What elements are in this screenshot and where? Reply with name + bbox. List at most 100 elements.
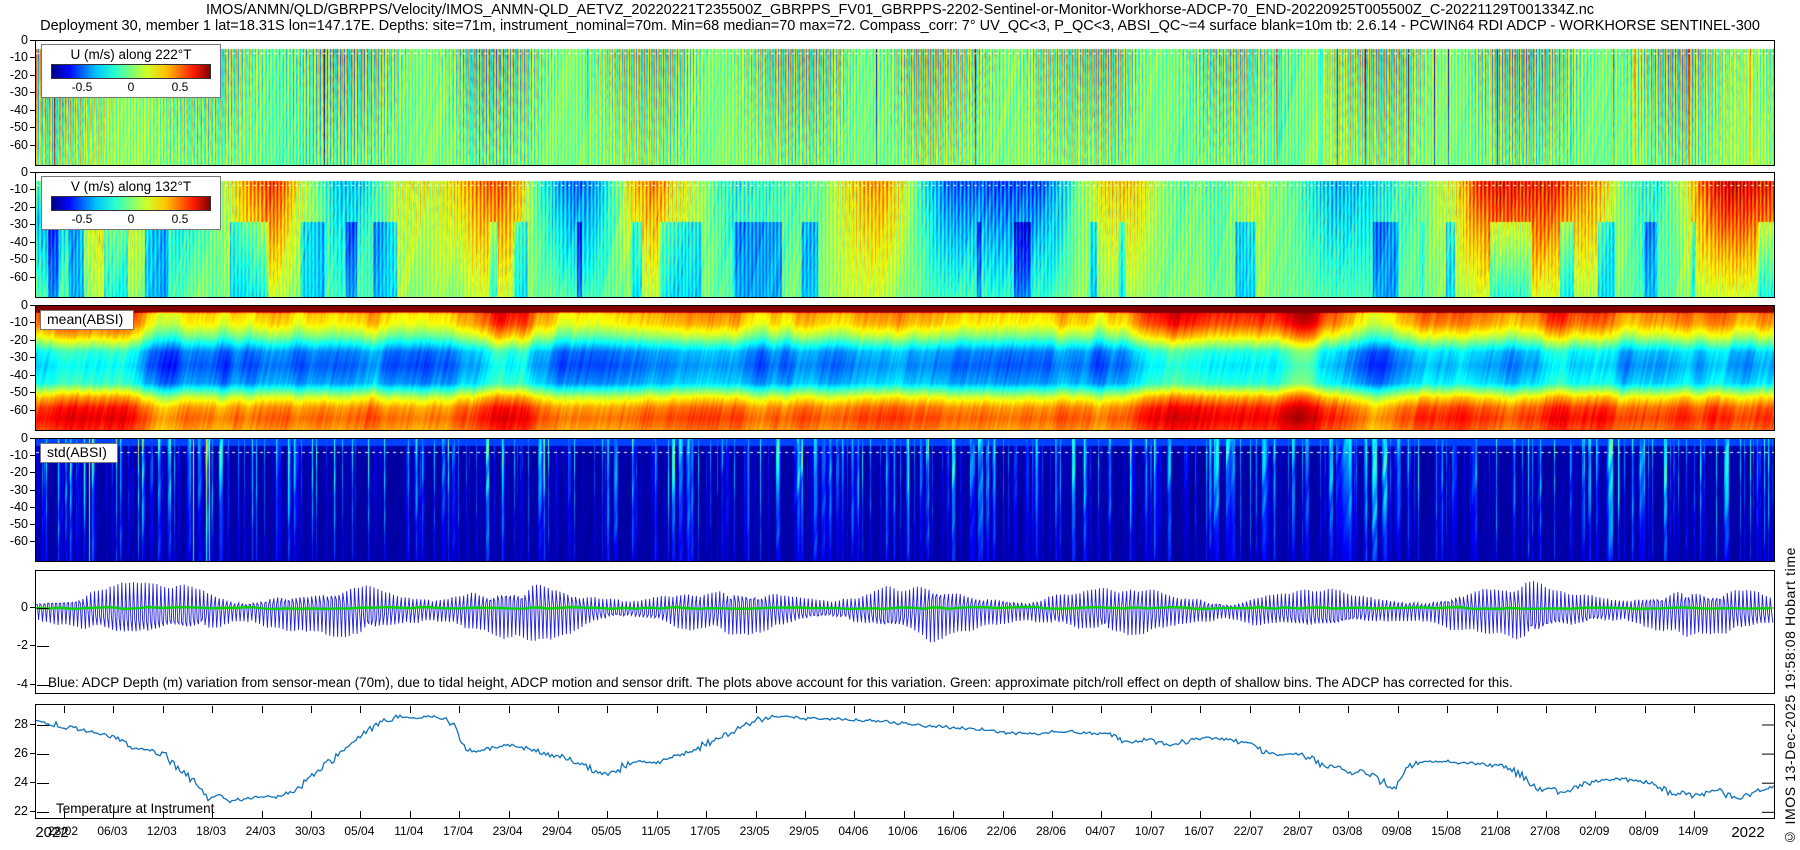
x-tick-mark [212,706,213,713]
date-tick-label: 04/06 [838,824,868,838]
y-tick-label: 0 [0,166,28,178]
x-tick-mark [1398,706,1399,713]
y-tick-label: 0 [0,34,28,46]
inside-tick-mark [37,608,49,609]
y-tick-label: 24 [0,776,28,788]
y-tick-label: -10 [0,183,28,195]
y-tick-mark [30,472,35,473]
y-tick-mark [30,127,35,128]
date-tick-label: 02/09 [1579,824,1609,838]
y-tick-label: -60 [0,404,28,416]
x-tick-mark [1595,811,1596,818]
series-line [36,607,1772,609]
title-deployment-info: Deployment 30, member 1 lat=18.31S lon=1… [0,18,1800,34]
u-colorbar-gradient [51,64,211,79]
x-tick-mark [904,811,905,818]
x-tick-mark [360,811,361,818]
y-tick-label: -60 [0,139,28,151]
panel-depth-variation: Blue: ADCP Depth (m) variation from sens… [35,570,1775,694]
date-tick-label: 06/03 [97,824,127,838]
date-tick-label: 28/07 [1283,824,1313,838]
x-tick-mark [1447,706,1448,713]
panel-std-absi: std(ABSI) [35,438,1775,562]
y-tick-label: -50 [0,386,28,398]
colorbar-tick-label: 0 [128,212,135,226]
y-tick-mark [30,684,35,685]
date-tick-label: 14/09 [1678,824,1708,838]
std-absi-label: std(ABSI) [40,443,118,463]
adcp-figure: IMOS/ANMN/QLD/GBRPPS/Velocity/IMOS_ANMN-… [0,0,1800,850]
date-axis: 2022 2022 28/0206/0312/0318/0324/0330/03… [35,824,1775,844]
y-tick-mark [30,224,35,225]
y-tick-mark [30,57,35,58]
x-tick-mark [558,706,559,713]
inside-tick-mark [37,725,49,726]
x-tick-mark [1200,706,1201,713]
y-tick-mark [30,145,35,146]
x-tick-mark [854,706,855,713]
x-tick-mark [706,811,707,818]
x-tick-mark [854,811,855,818]
date-tick-label: 22/07 [1234,824,1264,838]
x-tick-mark [1151,706,1152,713]
u-colorbar-legend: U (m/s) along 222°T -0.5 0 0.5 [41,44,221,98]
panel-u-velocity: U (m/s) along 222°T -0.5 0 0.5 [35,40,1775,166]
x-tick-mark [113,706,114,713]
x-tick-mark [360,706,361,713]
x-tick-mark [805,706,806,713]
x-tick-mark [558,811,559,818]
y-tick-mark [30,455,35,456]
series-line [36,581,1773,642]
y-tick-mark [30,110,35,111]
x-tick-mark [805,811,806,818]
y-tick-mark [30,277,35,278]
y-tick-label: 28 [0,718,28,730]
colorbar-tick-label: -0.5 [72,80,93,94]
x-tick-mark [1299,706,1300,713]
y-tick-mark [30,207,35,208]
date-tick-label: 05/05 [591,824,621,838]
date-tick-label: 15/08 [1431,824,1461,838]
x-tick-mark [459,706,460,713]
u-velocity-heatmap [36,41,1774,165]
y-tick-label: -20 [0,334,28,346]
depth-variation-note: Blue: ADCP Depth (m) variation from sens… [48,675,1513,690]
date-tick-label: 22/06 [987,824,1017,838]
y-tick-mark [30,340,35,341]
y-tick-label: 0 [0,299,28,311]
colorbar-tick-label: 0.5 [172,212,189,226]
date-tick-label: 30/03 [295,824,325,838]
date-tick-label: 05/04 [344,824,374,838]
x-tick-mark [1546,811,1547,818]
y-tick-label: -20 [0,69,28,81]
x-tick-mark [262,706,263,713]
x-tick-mark [1497,706,1498,713]
date-tick-label: 21/08 [1481,824,1511,838]
y-tick-mark [30,375,35,376]
temperature-line [36,715,1774,802]
x-tick-mark [756,811,757,818]
y-tick-label: -40 [0,501,28,513]
y-tick-mark [30,392,35,393]
x-tick-mark [1398,811,1399,818]
x-tick-mark [509,706,510,713]
date-tick-label: 10/06 [888,824,918,838]
x-tick-mark [311,706,312,713]
title-filename: IMOS/ANMN/QLD/GBRPPS/Velocity/IMOS_ANMN-… [0,2,1800,18]
inside-tick-mark [37,754,49,755]
x-tick-mark [1595,706,1596,713]
u-colorbar-ticks: -0.5 0 0.5 [52,79,210,94]
y-tick-label: 0 [0,432,28,444]
x-tick-mark [1497,811,1498,818]
y-tick-label: -20 [0,201,28,213]
panel-mean-absi: mean(ABSI) [35,305,1775,431]
u-legend-title: U (m/s) along 222°T [51,47,211,64]
x-tick-mark [607,706,608,713]
x-tick-mark [459,811,460,818]
v-colorbar-gradient [51,196,211,211]
y-tick-label: -50 [0,121,28,133]
y-tick-mark [30,438,35,439]
x-tick-mark [1052,811,1053,818]
x-tick-mark [1151,811,1152,818]
x-tick-mark [1200,811,1201,818]
